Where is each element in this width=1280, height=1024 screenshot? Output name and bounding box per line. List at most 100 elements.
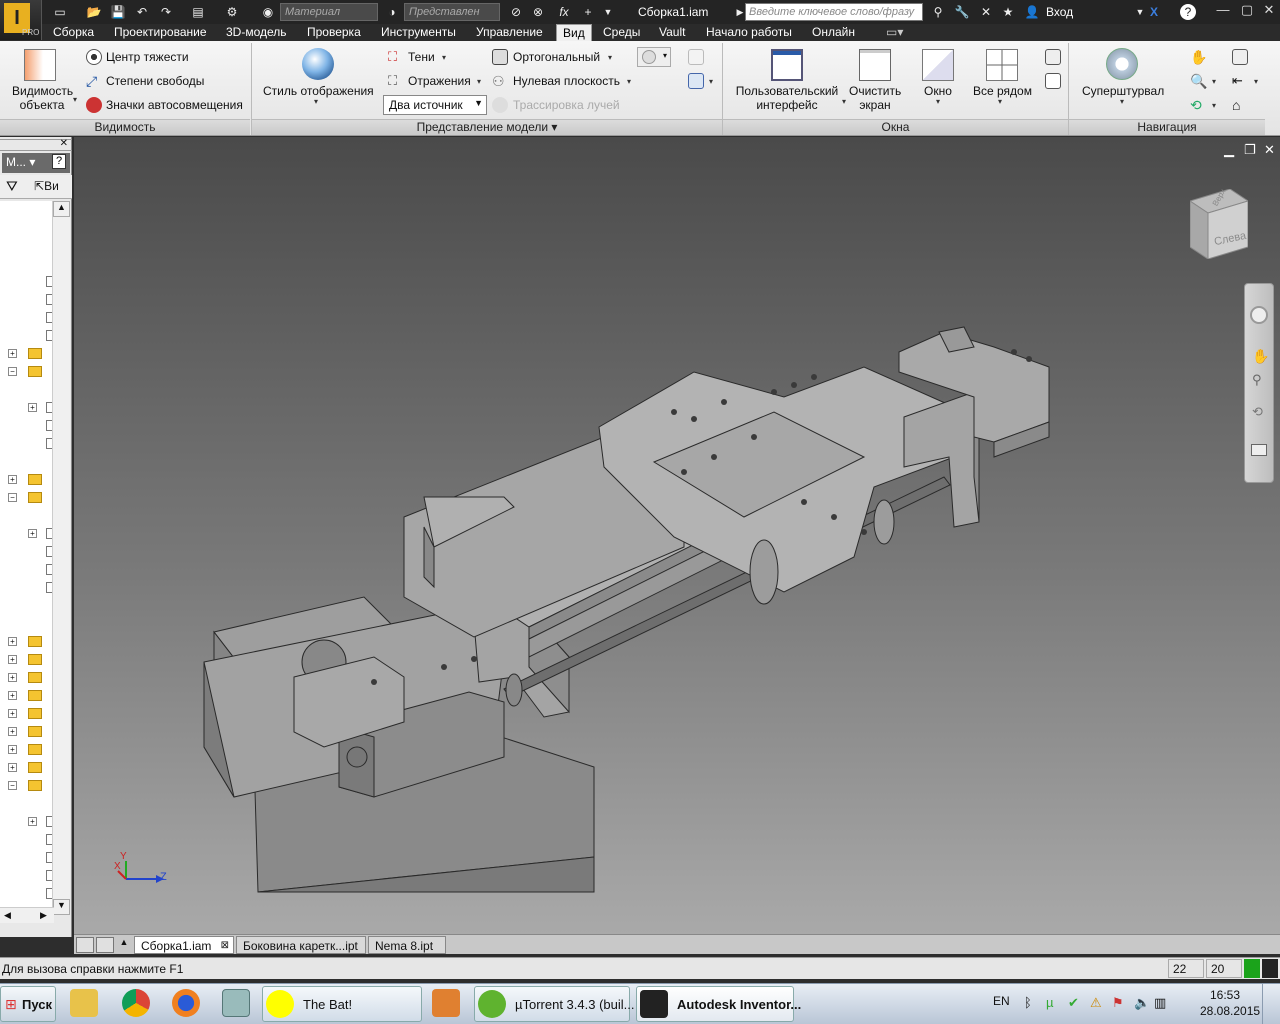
display-style-button[interactable]: Стиль отображения	[263, 84, 374, 98]
media-player-icon[interactable]	[432, 989, 460, 1017]
tree-item[interactable]	[2, 885, 54, 903]
scroll-up-icon[interactable]: ▲	[53, 201, 70, 217]
warning-icon[interactable]: ⚠	[1090, 995, 1102, 1011]
zoom-icon[interactable]: ⚲	[1252, 372, 1262, 388]
redo-icon[interactable]: ↷	[158, 4, 174, 20]
utorrent-tray-icon[interactable]: µ	[1046, 995, 1054, 1010]
application-menu-button[interactable]: I PRO	[0, 0, 42, 40]
steering-wheel-icon[interactable]	[1106, 48, 1138, 80]
tab-3d-model[interactable]: 3D-модель	[220, 24, 293, 41]
exchange-icon[interactable]: X	[1146, 4, 1162, 20]
section-dropdown-icon[interactable]: ▾	[709, 77, 713, 86]
shadows-toggle[interactable]: Тени	[408, 50, 435, 64]
tab-online[interactable]: Онлайн	[806, 24, 861, 41]
tree-item[interactable]: −	[2, 363, 52, 381]
clock-time[interactable]: 16:53	[1210, 988, 1240, 1002]
graphics-viewport[interactable]: ▁ ❐ ✕ Слева Верх ✋ ⚲ ⟲ Y X Z	[74, 137, 1280, 934]
tab-overflow-icon[interactable]: ▭▾	[880, 24, 909, 41]
tile-all-dropdown-icon[interactable]: ▾	[998, 97, 1002, 106]
tree-item[interactable]: −	[2, 489, 52, 507]
center-of-gravity-toggle[interactable]: Центр тяжести	[106, 50, 189, 64]
search-input[interactable]: Введите ключевое слово/фразу	[745, 3, 923, 21]
adjust-appearance-icon[interactable]: ⊗	[530, 4, 546, 20]
material-combo[interactable]: Материал	[280, 3, 378, 21]
half-section-icon[interactable]	[688, 73, 704, 89]
tree-item[interactable]: +	[2, 399, 54, 417]
tile-all-button[interactable]: Все рядом	[973, 84, 1032, 98]
auto-constraints-toggle[interactable]: Значки автосовмещения	[106, 98, 243, 112]
object-visibility-dropdown-icon[interactable]: ▾	[73, 95, 77, 104]
save-icon[interactable]: 💾	[110, 4, 126, 20]
tree-item[interactable]	[2, 435, 54, 453]
minimize-button[interactable]: —	[1212, 2, 1234, 20]
zoom-icon[interactable]: 🔍	[1190, 73, 1207, 89]
tree-item[interactable]: +	[2, 525, 54, 543]
undo-icon[interactable]: ↶	[134, 4, 150, 20]
look-at-icon[interactable]	[1232, 49, 1248, 65]
tree-item[interactable]	[2, 543, 54, 561]
tree-item[interactable]: +	[2, 345, 52, 363]
view-dropdown-icon[interactable]: ▾	[1254, 77, 1258, 86]
customize-dropdown-icon[interactable]: ▼	[600, 4, 616, 20]
doc-tab-carriage[interactable]: Боковина каретк...ipt	[236, 936, 366, 954]
window-button[interactable]: Окно	[924, 84, 952, 98]
new-icon[interactable]: ▭	[52, 4, 68, 20]
browser-view-selector[interactable]: ⇱Ви	[34, 179, 59, 193]
object-visibility-icon[interactable]	[24, 49, 56, 81]
taskbar-inventor[interactable]: Autodesk Inventor...	[636, 986, 801, 1022]
tile-all-icon[interactable]	[986, 49, 1018, 81]
tree-item[interactable]: +	[2, 669, 52, 687]
network-icon[interactable]: ▥	[1154, 995, 1166, 1011]
assembly-3d-model[interactable]	[74, 137, 1280, 934]
clear-appearance-icon[interactable]: ⊘	[508, 4, 524, 20]
steering-wheel-button[interactable]: Суперштурвал	[1082, 84, 1164, 98]
tree-item[interactable]: +	[2, 705, 52, 723]
dof-toggle[interactable]: Степени свободы	[106, 74, 204, 88]
tab-get-started[interactable]: Начало работы	[700, 24, 798, 41]
tree-item[interactable]	[2, 327, 54, 345]
tree-item[interactable]	[2, 561, 54, 579]
help-icon[interactable]: ?	[52, 154, 66, 169]
ray-tracing-toggle[interactable]: Трассировка лучей	[513, 98, 620, 112]
tree-item[interactable]: +	[2, 741, 52, 759]
clean-screen-button[interactable]: Очистить экран	[849, 84, 901, 112]
taskbar-thebat[interactable]: The Bat!	[262, 986, 422, 1022]
open-icon[interactable]: 📂	[86, 4, 102, 20]
browser-vertical-scrollbar[interactable]: ▲ ▼	[52, 201, 70, 915]
update-icon[interactable]: ⚙	[224, 4, 240, 20]
orbit-dropdown-icon[interactable]: ▾	[1212, 101, 1216, 110]
close-icon[interactable]: ⊠	[221, 937, 229, 955]
window-icon[interactable]	[922, 49, 954, 81]
tab-inspect[interactable]: Проверка	[301, 24, 367, 41]
doc-tab-nema[interactable]: Nema 8.ipt	[368, 936, 446, 954]
plus-icon[interactable]: +	[580, 4, 596, 20]
help-icon[interactable]: ?	[1180, 4, 1196, 20]
window-dropdown-icon[interactable]: ▾	[936, 97, 940, 106]
browser-grip[interactable]: ✕	[0, 138, 72, 151]
lighting-style-select[interactable]: Два источник ▼	[383, 95, 487, 115]
orthographic-toggle[interactable]: Ортогональный	[513, 50, 600, 64]
look-at-icon[interactable]	[1251, 444, 1267, 456]
pan-icon[interactable]: ✋	[1190, 49, 1207, 65]
tab-manage[interactable]: Управление	[470, 24, 549, 41]
tree-item[interactable]: +	[2, 759, 52, 777]
ground-plane-toggle[interactable]: Нулевая плоскость	[513, 74, 620, 88]
tab-design[interactable]: Проектирование	[108, 24, 213, 41]
language-indicator[interactable]: EN	[993, 994, 1010, 1008]
tree-item[interactable]	[2, 849, 54, 867]
tree-item[interactable]: +	[2, 687, 52, 705]
tree-item[interactable]: +	[2, 813, 54, 831]
document-list-icon[interactable]: ▲	[116, 937, 132, 953]
communication-icon[interactable]: ✕	[978, 4, 994, 20]
user-interface-icon[interactable]	[771, 49, 803, 81]
orthographic-dropdown-icon[interactable]: ▾	[608, 53, 612, 62]
zoom-dropdown-icon[interactable]: ▾	[1212, 77, 1216, 86]
orbit-icon[interactable]: ⟲	[1190, 97, 1206, 113]
object-visibility-button[interactable]: Видимость объекта	[12, 84, 73, 112]
show-desktop-button[interactable]	[1262, 984, 1280, 1024]
scroll-down-icon[interactable]: ▼	[53, 899, 70, 915]
tree-item[interactable]	[2, 309, 54, 327]
tree-item[interactable]	[2, 291, 54, 309]
taskbar-utorrent[interactable]: µTorrent 3.4.3 (buil...	[474, 986, 635, 1022]
tab-view[interactable]: Вид	[556, 24, 592, 41]
